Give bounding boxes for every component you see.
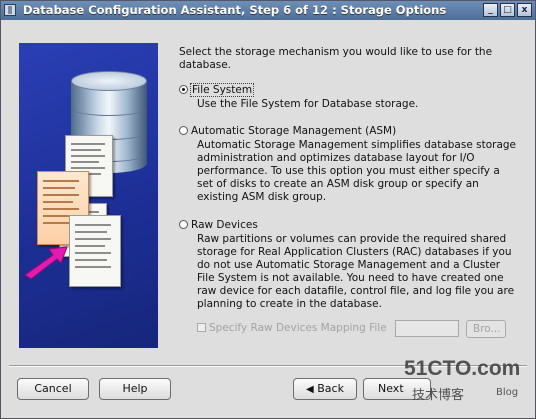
cancel-label: Cancel [34, 382, 72, 395]
raw-devices-radio[interactable] [179, 220, 188, 229]
back-label: Back [317, 382, 344, 395]
file-system-label[interactable]: File System [189, 83, 255, 97]
back-arrow-icon: ◀ [306, 384, 314, 395]
help-button[interactable]: Help [99, 378, 171, 400]
site-watermark: 51CTO.com 技术博客 Blog [402, 357, 532, 417]
dbca-window: Database Configuration Assistant, Step 6… [0, 0, 536, 419]
file-system-description: Use the File System for Database storage… [197, 98, 419, 110]
intro-text: Select the storage mechanism you would l… [179, 46, 493, 71]
app-window-icon[interactable] [4, 4, 16, 16]
option-file-system[interactable]: File System [179, 83, 379, 97]
watermark-suffix: Blog [496, 387, 519, 398]
raw-mapping-label[interactable]: Specify Raw Devices Mapping File [209, 322, 387, 334]
raw-mapping-file-input[interactable] [395, 320, 459, 337]
asm-radio[interactable] [179, 126, 188, 135]
window-title: Database Configuration Assistant, Step 6… [23, 3, 447, 17]
browse-button[interactable]: Bro... [466, 320, 506, 338]
next-label: Next [378, 382, 404, 395]
back-button[interactable]: ◀ Back [293, 378, 357, 400]
asm-description: Automatic Storage Management simplifies … [197, 139, 517, 203]
watermark-site: 51CTO.com [404, 357, 521, 380]
option-asm[interactable]: Automatic Storage Management (ASM) [179, 125, 439, 138]
file-system-radio[interactable] [179, 85, 188, 94]
raw-mapping-checkbox[interactable] [197, 323, 206, 332]
arrow-icon [24, 246, 68, 279]
title-bar[interactable]: Database Configuration Assistant, Step 6… [1, 1, 535, 20]
close-button[interactable]: x [517, 3, 532, 17]
asm-label[interactable]: Automatic Storage Management (ASM) [191, 125, 396, 137]
option-raw-devices[interactable]: Raw Devices [179, 219, 379, 232]
raw-devices-description: Raw partitions or volumes can provide th… [197, 233, 515, 310]
cancel-button[interactable]: Cancel [17, 378, 89, 400]
help-label: Help [122, 382, 148, 395]
watermark-tagline: 技术博客 [412, 388, 465, 403]
minimize-button[interactable]: _ [483, 3, 498, 17]
storage-illustration [19, 43, 158, 348]
maximize-button[interactable]: □ [500, 3, 515, 17]
raw-devices-label[interactable]: Raw Devices [191, 219, 258, 231]
